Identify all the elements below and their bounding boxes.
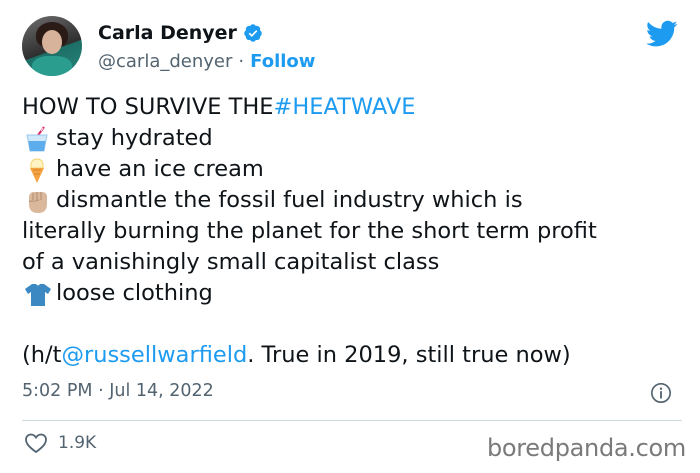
footer-suffix: . True in 2019, still true now): [247, 342, 571, 368]
handle-row: @carla_denyer · Follow: [98, 51, 315, 72]
mention-link[interactable]: @russellwarfield: [61, 340, 247, 371]
tweet-heading-line: HOW TO SURVIVE THE #HEATWAVE: [22, 92, 682, 123]
tweet-footer-line: (h/t @russellwarfield . True in 2019, st…: [22, 340, 682, 371]
list-item-text: stay hydrated: [56, 125, 213, 151]
like-action[interactable]: 1.9K: [24, 432, 96, 454]
list-item: dismantle the fossil fuel industry which…: [22, 185, 682, 216]
footer-prefix: (h/t: [22, 342, 62, 368]
heading-text: HOW TO SURVIVE THE: [22, 94, 274, 120]
avatar-face: [42, 30, 62, 54]
verified-badge-icon: [244, 24, 262, 42]
cup-with-straw-icon: [22, 125, 56, 152]
list-item-text: of a vanishingly small capitalist class: [22, 249, 440, 275]
twitter-logo-icon[interactable]: [646, 20, 678, 48]
list-item: have an ice cream: [22, 154, 682, 185]
info-icon[interactable]: [650, 382, 672, 404]
list-item-text: have an ice cream: [56, 156, 264, 182]
tweet-header: Carla Denyer @carla_denyer · Follow: [22, 14, 682, 80]
ice-cream-icon: [22, 157, 56, 183]
name-row: Carla Denyer: [98, 22, 263, 44]
list-item: loose clothing: [22, 278, 682, 309]
hashtag-link[interactable]: #HEATWAVE: [273, 92, 415, 123]
display-name[interactable]: Carla Denyer: [98, 22, 237, 44]
list-item-continued: of a vanishingly small capitalist class: [22, 247, 682, 278]
list-item-text: loose clothing: [56, 280, 213, 306]
list-item-text: literally burning the planet for the sho…: [22, 218, 597, 244]
handle[interactable]: @carla_denyer: [98, 51, 232, 72]
heart-icon[interactable]: [24, 432, 48, 454]
list-item-text: dismantle the fossil fuel industry which…: [56, 187, 523, 213]
list-item-continued: literally burning the planet for the sho…: [22, 216, 682, 247]
raised-fist-icon: [22, 188, 56, 214]
tweet-body: HOW TO SURVIVE THE #HEATWAVE stay hydrat…: [22, 92, 682, 371]
avatar-scarf: [32, 56, 72, 76]
t-shirt-icon: [22, 281, 56, 307]
divider: [22, 420, 682, 421]
watermark: boredpanda.com: [486, 434, 686, 462]
follow-button[interactable]: Follow: [250, 51, 315, 72]
separator-dot: ·: [238, 51, 245, 72]
like-count: 1.9K: [58, 433, 97, 453]
list-item: stay hydrated: [22, 123, 682, 154]
avatar[interactable]: [22, 16, 82, 76]
tweet-timestamp[interactable]: 5:02 PM · Jul 14, 2022: [22, 381, 214, 401]
